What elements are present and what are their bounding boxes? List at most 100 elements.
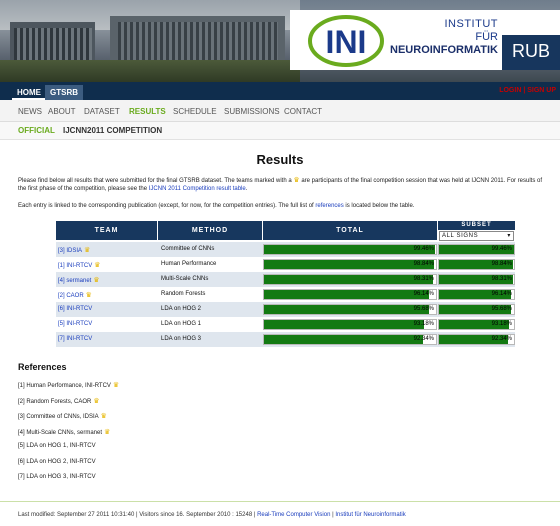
reference-item: [3] Committee of CNNs, IDSIA ♛ [18, 412, 107, 420]
team-link[interactable]: [5] INI-RTCV [58, 321, 92, 327]
team-cell: [2] CAOR ♛ [58, 291, 92, 299]
team-link[interactable]: [4] sermanet [58, 278, 91, 284]
reference-text[interactable]: [6] LDA on HOG 2, INI-RTCV [18, 459, 96, 465]
ini-logo[interactable]: INI [306, 14, 386, 68]
total-bar: 95.68% [263, 304, 437, 315]
subset-select-value: ALL SIGNS [442, 233, 479, 239]
team-cell: [3] IDSIA ♛ [58, 246, 90, 254]
university-logo[interactable]: RUB [502, 35, 560, 70]
references-heading: References [18, 362, 67, 372]
nav-contact[interactable]: CONTACT [284, 107, 322, 116]
team-cell: [1] INI-RTCV ♛ [58, 261, 100, 269]
team-cell: [7] INI-RTCV [58, 336, 92, 342]
reference-text[interactable]: [5] LDA on HOG 1, INI-RTCV [18, 443, 96, 449]
intro-paragraph: Please find below all results that were … [18, 177, 548, 193]
top-navigation: HOME GTSRB LOGIN | SIGN UP [0, 82, 560, 100]
tab-gtsrb[interactable]: GTSRB [45, 85, 83, 100]
subset-bar: 96.14% [438, 289, 515, 300]
table-row: [4] sermanet ♛ Multi-Scale CNNs 98.31% 98.3… [56, 272, 515, 287]
footer-separator: | [332, 512, 334, 518]
nav-about[interactable]: ABOUT [48, 107, 76, 116]
method-cell: LDA on HOG 2 [161, 306, 202, 312]
subset-bar: 98.84% [438, 259, 515, 270]
reference-text[interactable]: [2] Random Forests, CAOR [18, 399, 91, 405]
footer-link-rtcv[interactable]: Real-Time Computer Vision [257, 512, 330, 518]
institute-line-2: FÜR [475, 31, 498, 43]
subset-bar-value: 99.46% [491, 246, 512, 252]
total-bar-fill [264, 320, 425, 329]
total-bar: 98.31% [263, 274, 437, 285]
header-total[interactable]: TOTAL [263, 221, 437, 240]
team-link[interactable]: [1] INI-RTCV [58, 263, 92, 269]
team-link[interactable]: [2] CAOR [58, 293, 84, 299]
total-bar-fill [264, 260, 434, 269]
reference-text[interactable]: [7] LDA on HOG 3, INI-RTCV [18, 474, 96, 480]
total-bar-value: 98.31% [413, 276, 434, 282]
crown-icon: ♛ [98, 413, 107, 420]
total-bar-fill [264, 305, 429, 314]
team-link[interactable]: [7] INI-RTCV [58, 336, 92, 342]
banner-photo-trees [0, 60, 300, 82]
login-signup-link[interactable]: LOGIN | SIGN UP [499, 87, 556, 94]
total-bar: 96.14% [263, 289, 437, 300]
reference-text[interactable]: [1] Human Performance, INI-RTCV [18, 383, 111, 389]
banner-photo-windows [14, 28, 92, 62]
header-banner: INI INSTITUT FÜR NEUROINFORMATIK RUB [0, 0, 560, 82]
crown-icon: ♛ [102, 428, 111, 436]
total-bar: 99.46% [263, 244, 437, 255]
footer-text: Last modified: September 27 2011 10:31:4… [18, 512, 256, 518]
method-cell: LDA on HOG 3 [161, 336, 202, 342]
crown-icon: ♛ [91, 397, 100, 405]
nav-submissions[interactable]: SUBMISSIONS [224, 107, 280, 116]
institute-name: INSTITUT FÜR NEUROINFORMATIK [390, 18, 498, 57]
total-bar: 93.18% [263, 319, 437, 330]
footer: Last modified: September 27 2011 10:31:4… [0, 501, 560, 526]
page-title: Results [256, 152, 304, 167]
team-link[interactable]: [3] IDSIA [58, 248, 82, 254]
subnav-official[interactable]: OFFICIAL [18, 126, 55, 135]
footer-link-ini[interactable]: Institut für Neuroinformatik [335, 512, 405, 518]
team-cell: [6] INI-RTCV [58, 306, 92, 312]
subset-bar: 93.18% [438, 319, 515, 330]
nav-schedule[interactable]: SCHEDULE [173, 107, 217, 116]
chevron-down-icon: ▾ [507, 233, 511, 239]
header-team[interactable]: TEAM [56, 221, 157, 240]
team-cell: [4] sermanet ♛ [58, 276, 100, 284]
references-link[interactable]: references [315, 203, 343, 209]
total-bar: 92.34% [263, 334, 437, 345]
table-row: [6] INI-RTCV LDA on HOG 2 95.68% 95.68% [56, 302, 515, 317]
institute-line-1: INSTITUT [444, 18, 498, 30]
nav-dataset[interactable]: DATASET [84, 107, 120, 116]
nav-news[interactable]: NEWS [18, 107, 42, 116]
crown-icon: ♛ [92, 262, 101, 269]
note-paragraph: Each entry is linked to the correspondin… [18, 202, 548, 210]
team-link[interactable]: [6] INI-RTCV [58, 306, 92, 312]
total-bar-value: 99.46% [413, 246, 434, 252]
subset-bar-value: 98.84% [491, 261, 512, 267]
header-method[interactable]: METHOD [158, 221, 262, 240]
total-bar-value: 92.34% [413, 336, 434, 342]
intro-text-a: Please find below all results that were … [18, 178, 292, 184]
tab-home[interactable]: HOME [12, 85, 46, 100]
reference-item: [7] LDA on HOG 3, INI-RTCV [18, 474, 96, 480]
note-text-b: is located below the table. [345, 203, 415, 209]
nav-results[interactable]: RESULTS [129, 107, 166, 116]
subset-bar-value: 95.68% [491, 306, 512, 312]
table-row: [2] CAOR ♛ Random Forests 96.14% 96.14% [56, 287, 515, 302]
reference-text[interactable]: [3] Committee of CNNs, IDSIA [18, 414, 99, 420]
crown-icon: ♛ [83, 292, 92, 299]
reference-item: [5] LDA on HOG 1, INI-RTCV [18, 443, 96, 449]
header-subset: SUBSET [438, 221, 515, 230]
subset-bar-value: 96.14% [491, 291, 512, 297]
ijcnn-result-table-link[interactable]: IJCNN 2011 Competition result table [149, 186, 246, 192]
subset-select[interactable]: ALL SIGNS ▾ [439, 231, 514, 241]
total-bar-value: 96.14% [413, 291, 434, 297]
total-bar-fill [264, 245, 436, 254]
subnav-ijcnn2011[interactable]: IJCNN2011 COMPETITION [63, 126, 162, 135]
reference-item: [4] Multi-Scale CNNs, sermanet ♛ [18, 428, 110, 436]
subset-bar-value: 98.31% [491, 276, 512, 282]
section-navigation: NEWS ABOUT DATASET RESULTS SCHEDULE SUBM… [0, 100, 560, 122]
ini-logo-text: INI [326, 24, 367, 60]
reference-text[interactable]: [4] Multi-Scale CNNs, sermanet [18, 430, 102, 436]
crown-icon: ♛ [82, 247, 91, 254]
